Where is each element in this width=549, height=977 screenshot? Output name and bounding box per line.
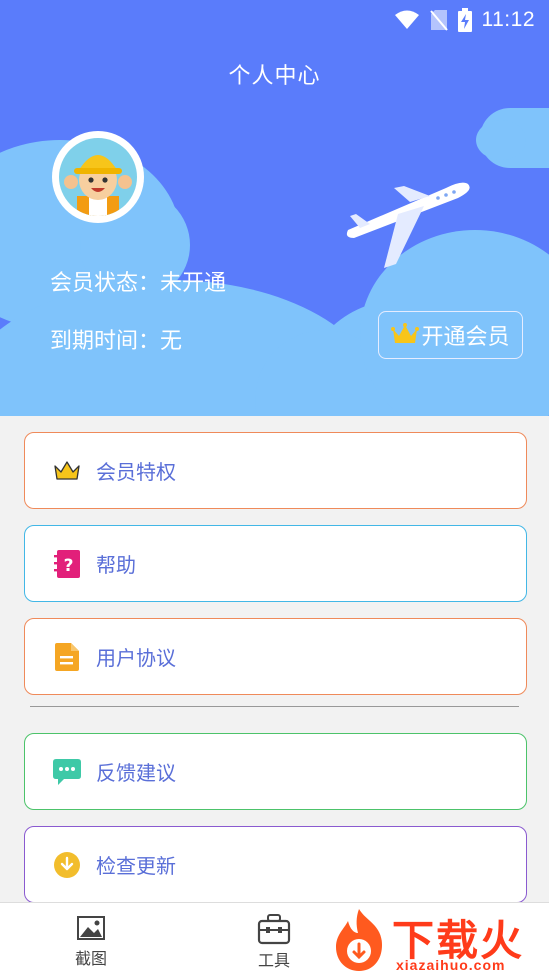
tab-label: 截图 xyxy=(74,949,107,968)
member-status: 会员状态：未开通 xyxy=(50,265,226,297)
tab-label: 工具 xyxy=(257,951,290,970)
crown-icon xyxy=(391,323,420,343)
menu-item-vip-privileges[interactable]: 会员特权 xyxy=(24,432,527,509)
watermark: 下载火 xiazaihuo.com xyxy=(322,903,549,976)
tab-tools[interactable]: 工具 xyxy=(229,903,319,977)
no-sim-icon xyxy=(429,10,448,31)
page-title: 个人中心 xyxy=(228,64,321,89)
svg-text:?: ? xyxy=(64,556,74,576)
image-icon xyxy=(77,916,105,940)
member-status-value: 未开通 xyxy=(160,271,227,296)
toolbox-icon xyxy=(257,914,291,945)
battery-charging-icon xyxy=(457,8,472,32)
menu-item-feedback[interactable]: 反馈建议 xyxy=(24,733,527,810)
open-vip-label: 开通会员 xyxy=(421,325,510,350)
menu-item-help[interactable]: ? 帮助 xyxy=(24,525,527,602)
expire-label: 到期时间： xyxy=(50,329,161,354)
profile-header: 11:12 个人中心 会员状态：未开通 到期时间：无 开通会员 xyxy=(0,0,549,416)
worker-avatar-icon xyxy=(64,155,132,216)
menu-label: 反馈建议 xyxy=(96,761,176,785)
crown-icon xyxy=(54,460,80,480)
status-bar: 11:12 xyxy=(394,6,536,34)
clock-time: 11:12 xyxy=(481,8,535,31)
menu-item-user-agreement[interactable]: 用户协议 xyxy=(24,618,527,695)
airplane-icon xyxy=(346,182,470,268)
document-icon xyxy=(55,642,79,671)
divider xyxy=(30,706,519,707)
tab-screenshot[interactable]: 截图 xyxy=(46,903,136,977)
menu-item-check-update[interactable]: 检查更新 xyxy=(24,826,527,903)
wifi-icon xyxy=(394,10,419,29)
chat-icon xyxy=(53,758,81,785)
download-icon xyxy=(54,851,80,878)
watermark-url: xiazaihuo.com xyxy=(396,957,506,973)
member-status-label: 会员状态： xyxy=(50,271,161,296)
flame-logo-icon xyxy=(336,909,382,971)
open-vip-button[interactable]: 开通会员 xyxy=(378,311,523,359)
avatar[interactable] xyxy=(52,131,144,223)
menu-label: 检查更新 xyxy=(96,854,176,878)
help-book-icon: ? xyxy=(54,549,80,578)
menu-label: 用户协议 xyxy=(96,646,176,670)
menu-label: 会员特权 xyxy=(96,460,176,484)
expire-value: 无 xyxy=(160,329,183,354)
expire-time: 到期时间：无 xyxy=(50,323,182,355)
menu-label: 帮助 xyxy=(96,553,136,577)
